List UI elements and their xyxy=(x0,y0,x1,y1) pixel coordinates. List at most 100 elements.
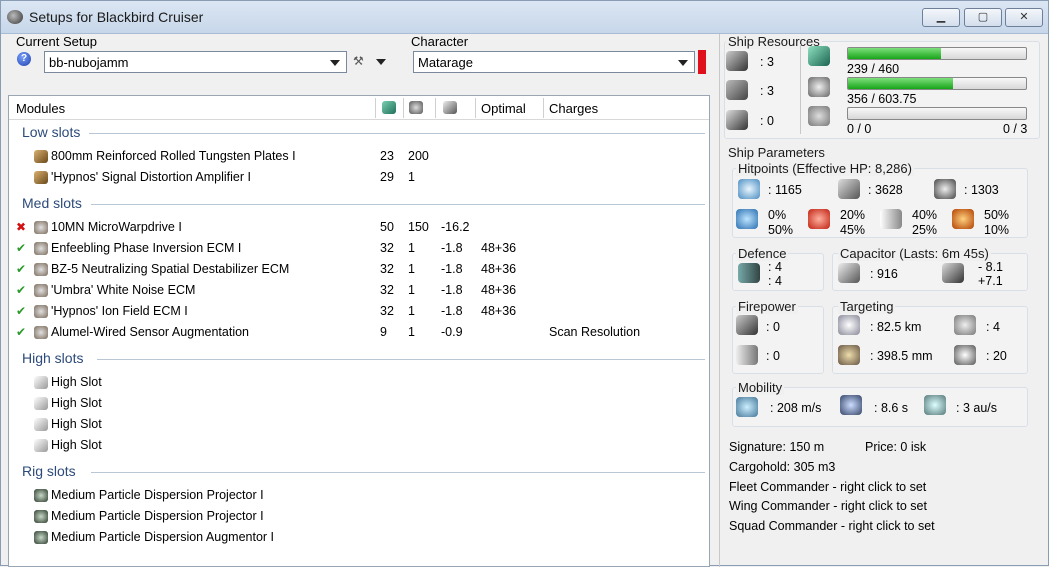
current-setup-label: Current Setup xyxy=(16,34,97,49)
module-row[interactable]: ✖ 10MN MicroWarpdrive I 50 150 -16.2 xyxy=(9,218,709,238)
warp-speed-icon xyxy=(924,395,946,415)
close-button[interactable]: ✕ xyxy=(1005,8,1043,27)
modules-column-header[interactable]: Modules xyxy=(16,101,65,116)
chevron-down-icon xyxy=(330,60,340,66)
module-c3: -1.8 xyxy=(441,241,463,255)
module-c2: 1 xyxy=(408,262,415,276)
ship-price: Price: 0 isk xyxy=(865,440,927,454)
capacitor-icon[interactable] xyxy=(443,101,457,114)
thermal-resist-shield: 20% xyxy=(840,208,866,222)
calibration-slots: 0 / 3 xyxy=(1003,122,1028,136)
module-c2: 1 xyxy=(408,283,415,297)
wing-commander[interactable]: Wing Commander - right click to set xyxy=(729,499,927,513)
online-icon[interactable]: ✔ xyxy=(16,262,28,276)
module-row[interactable]: ✔ Enfeebling Phase Inversion ECM I 32 1 -1.8… xyxy=(9,239,709,259)
module-c1: 32 xyxy=(380,262,394,276)
em-resist-armor: 50% xyxy=(768,223,794,237)
module-row[interactable]: High Slot xyxy=(9,436,709,456)
module-row[interactable]: High Slot xyxy=(9,415,709,435)
explosive-resist-armor: 10% xyxy=(984,223,1010,237)
module-name: Enfeebling Phase Inversion ECM I xyxy=(51,241,242,255)
group-divider xyxy=(89,133,705,134)
module-c2: 1 xyxy=(408,241,415,255)
cpu-bar xyxy=(847,47,1027,60)
module-c1: 50 xyxy=(380,220,394,234)
module-name: Medium Particle Dispersion Projector I xyxy=(51,488,264,502)
offline-icon[interactable]: ✖ xyxy=(16,220,28,234)
powergrid-bar xyxy=(847,77,1027,90)
module-row[interactable]: High Slot xyxy=(9,394,709,414)
turret-count: : 3 xyxy=(760,55,774,69)
module-row[interactable]: 'Hypnos' Signal Distortion Amplifier I 29… xyxy=(9,168,709,188)
defence-title: Defence xyxy=(736,246,789,261)
capacitor-delta-recharge: +7.1 xyxy=(978,274,1003,288)
signature-radius: Signature: 150 m xyxy=(729,440,825,454)
max-targets: : 4 xyxy=(986,320,1000,334)
setup-select[interactable]: bb-nubojamm xyxy=(44,51,347,73)
module-c2: 1 xyxy=(408,304,415,318)
online-icon[interactable]: ✔ xyxy=(16,283,28,297)
character-status-indicator xyxy=(698,50,706,74)
module-icon xyxy=(34,439,48,452)
minimize-button[interactable]: ▁ xyxy=(922,8,960,27)
character-select-value: Matarage xyxy=(418,55,473,70)
tools-icon[interactable]: ⚒ xyxy=(353,54,369,68)
module-row[interactable]: ✔ 'Umbra' White Noise ECM 32 1 -1.8 48+36 xyxy=(9,281,709,301)
help-icon[interactable]: ? xyxy=(17,52,31,66)
module-c3: -1.8 xyxy=(441,262,463,276)
maximize-button[interactable]: ▢ xyxy=(964,8,1002,27)
squad-commander[interactable]: Squad Commander - right click to set xyxy=(729,519,935,533)
max-velocity: : 208 m/s xyxy=(770,401,822,415)
module-c3: -1.8 xyxy=(441,304,463,318)
online-icon[interactable]: ✔ xyxy=(16,325,28,339)
window-title: Setups for Blackbird Cruiser xyxy=(29,9,204,25)
character-select[interactable]: Matarage xyxy=(413,51,695,73)
online-icon[interactable]: ✔ xyxy=(16,304,28,318)
ship-resources-title: Ship Resources xyxy=(726,34,822,49)
targeting-range-icon xyxy=(838,315,860,335)
module-icon xyxy=(34,263,48,276)
module-c1: 9 xyxy=(380,325,387,339)
module-row[interactable]: High Slot xyxy=(9,373,709,393)
em-resist-shield: 0% xyxy=(768,208,787,222)
app-window: Setups for Blackbird Cruiser ▁ ▢ ✕ Curre… xyxy=(0,0,1049,567)
module-row[interactable]: 800mm Reinforced Rolled Tungsten Plates … xyxy=(9,147,709,167)
online-icon[interactable]: ✔ xyxy=(16,241,28,255)
module-row[interactable]: Medium Particle Dispersion Augmentor I xyxy=(9,528,709,548)
shield-icon xyxy=(738,179,760,199)
module-icon xyxy=(34,171,48,184)
turret-dps: : 0 xyxy=(766,320,780,334)
ship-panel: Ship Resources : 3 : 3 : 0 239 / 460 356… xyxy=(719,34,1049,567)
power-icon[interactable] xyxy=(409,101,423,114)
module-row[interactable]: ✔ Alumel-Wired Sensor Augmentation 9 1 -0.9 S… xyxy=(9,323,709,343)
module-row[interactable]: ✔ BZ-5 Neutralizing Spatial Destabilizer … xyxy=(9,260,709,280)
modules-panel: Modules Optimal Charges Low slots 800mm R… xyxy=(8,95,710,567)
missile-dps-icon xyxy=(736,345,758,365)
fleet-commander[interactable]: Fleet Commander - right click to set xyxy=(729,480,926,494)
module-name: 800mm Reinforced Rolled Tungsten Plates … xyxy=(51,149,296,163)
module-row[interactable]: ✔ 'Hypnos' Ion Field ECM I 32 1 -1.8 48+36 xyxy=(9,302,709,322)
capacitor-icon xyxy=(838,263,860,283)
sensor-strength: : 20 xyxy=(986,349,1007,363)
module-icon xyxy=(34,531,48,544)
module-row[interactable]: Medium Particle Dispersion Projector I xyxy=(9,486,709,506)
firepower-title: Firepower xyxy=(736,299,798,314)
warp-speed: : 3 au/s xyxy=(956,401,997,415)
group-header-med: Med slots xyxy=(22,195,82,211)
structure-hp: : 1303 xyxy=(964,183,999,197)
drone-count: : 0 xyxy=(760,114,774,128)
max-targets-icon xyxy=(954,315,976,335)
module-c4: 48+36 xyxy=(481,262,517,276)
cpu-icon[interactable] xyxy=(382,101,396,114)
module-name: High Slot xyxy=(51,396,102,410)
powergrid-icon xyxy=(808,77,830,97)
module-c1: 32 xyxy=(380,304,394,318)
cpu-value: 239 / 460 xyxy=(847,62,900,76)
module-row[interactable]: Medium Particle Dispersion Projector I xyxy=(9,507,709,527)
module-c2: 1 xyxy=(408,170,415,184)
charges-column-header[interactable]: Charges xyxy=(549,101,598,116)
module-c2: 200 xyxy=(408,149,429,163)
module-c4: 48+36 xyxy=(481,283,517,297)
tools-dropdown-icon[interactable] xyxy=(376,59,386,65)
optimal-column-header[interactable]: Optimal xyxy=(481,101,526,116)
